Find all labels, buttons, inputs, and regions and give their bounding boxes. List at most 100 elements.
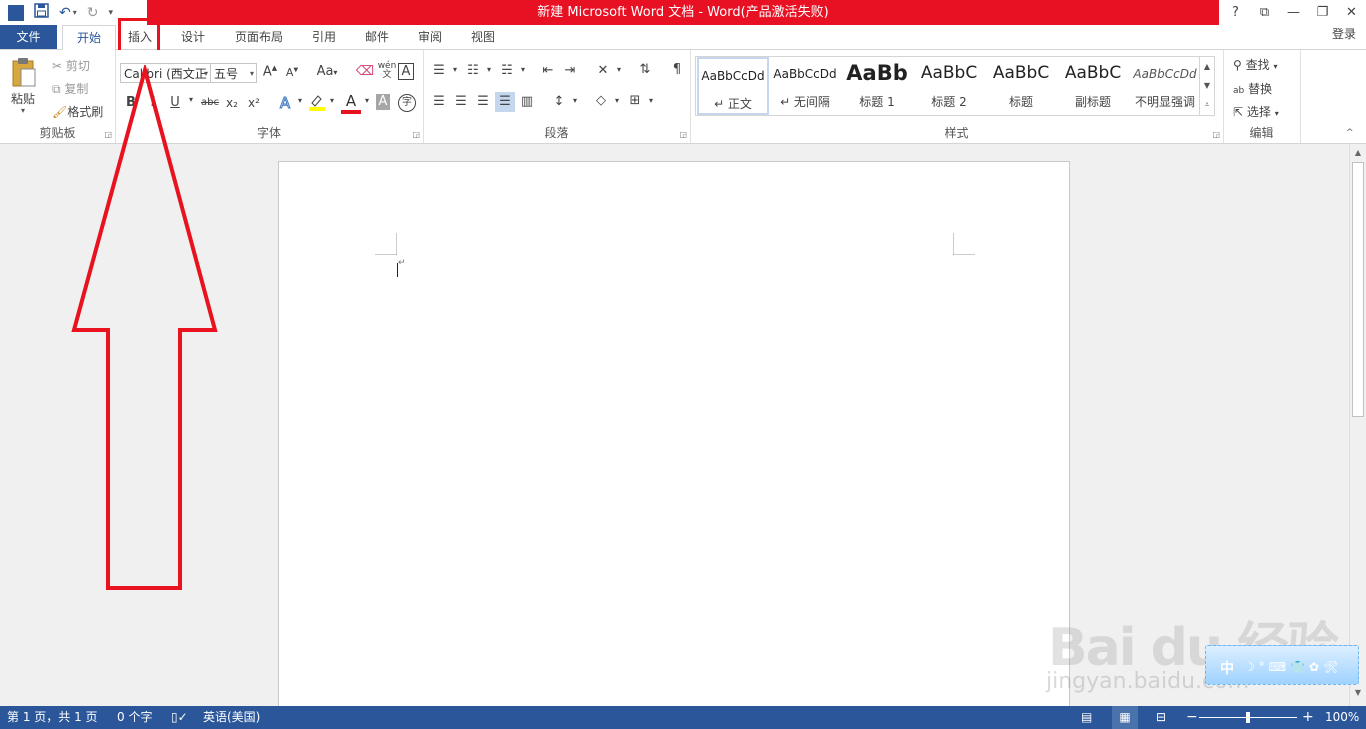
character-shading-icon[interactable]: A: [376, 94, 390, 110]
collapse-ribbon-icon[interactable]: ^: [1346, 128, 1354, 138]
zoom-in-button[interactable]: +: [1302, 706, 1314, 729]
font-color-dropdown-icon[interactable]: ▾: [357, 96, 377, 105]
scroll-down-icon[interactable]: ▼: [1350, 688, 1366, 697]
ime-toolbar[interactable]: 中 ☽°⌨👕✿🛠: [1205, 645, 1359, 685]
paste-icon[interactable]: [11, 58, 37, 88]
cut-button[interactable]: ✂ 剪切: [52, 57, 90, 74]
replace-label: 替换: [1248, 82, 1273, 96]
gallery-more-icon[interactable]: ⩡: [1200, 95, 1214, 114]
format-painter-label: 格式刷: [67, 105, 104, 119]
multilevel-dropdown-icon[interactable]: ▾: [513, 65, 533, 74]
qat-customize-icon[interactable]: ▾: [108, 8, 113, 18]
style-subtle-emphasis[interactable]: AaBbCcDd 不明显强调: [1129, 57, 1201, 115]
style-subtitle[interactable]: AaBbC 副标题: [1057, 57, 1129, 115]
justify-icon[interactable]: ☰: [495, 92, 515, 112]
subscript-button[interactable]: x₂: [222, 96, 242, 110]
bold-button[interactable]: B: [121, 95, 141, 110]
increase-indent-icon[interactable]: ⇥: [560, 63, 580, 78]
word-logo-icon[interactable]: W: [8, 4, 24, 21]
page-count[interactable]: 第 1 页，共 1 页: [7, 706, 98, 729]
zoom-slider-thumb[interactable]: [1246, 712, 1250, 723]
style-normal[interactable]: AaBbCcDd ↵ 正文: [697, 57, 769, 115]
numbering-dropdown-icon[interactable]: ▾: [479, 65, 499, 74]
word-count[interactable]: 0 个字: [117, 706, 152, 729]
replace-button[interactable]: ab 替换: [1233, 80, 1272, 97]
copy-button[interactable]: ⧉ 复制: [52, 80, 88, 97]
style-heading-1[interactable]: AaBb 标题 1: [841, 57, 913, 115]
proofing-icon[interactable]: ▯✓: [171, 706, 188, 729]
font-size-combo[interactable]: 五号 ▾: [210, 63, 257, 83]
style-heading-2[interactable]: AaBbC 标题 2: [913, 57, 985, 115]
undo-dropdown-icon[interactable]: ▾: [73, 8, 77, 17]
print-layout-icon[interactable]: ▦: [1112, 706, 1138, 729]
tab-page-layout[interactable]: 页面布局: [226, 25, 292, 49]
styles-launcher-icon[interactable]: ◲: [1212, 130, 1220, 139]
tab-review[interactable]: 审阅: [408, 25, 452, 49]
style-sample: AaBbC: [992, 63, 1050, 83]
web-layout-icon[interactable]: ⊟: [1156, 706, 1166, 729]
select-button[interactable]: ⇱ 选择 ▾: [1233, 103, 1279, 120]
paste-dropdown-icon[interactable]: ▾: [21, 106, 25, 115]
close-button[interactable]: ✕: [1337, 0, 1366, 25]
read-mode-icon[interactable]: ▤: [1081, 706, 1092, 729]
strikethrough-button[interactable]: abc: [197, 97, 223, 108]
enclose-characters-icon[interactable]: 字: [398, 94, 416, 112]
align-right-icon[interactable]: ☰: [473, 94, 493, 109]
undo-icon[interactable]: ↶: [59, 5, 71, 21]
change-case-icon[interactable]: Aa▾: [313, 64, 341, 79]
ribbon-display-options-button[interactable]: ⧉: [1250, 0, 1279, 25]
italic-button[interactable]: I: [143, 95, 163, 110]
tab-references[interactable]: 引用: [302, 25, 346, 49]
superscript-button[interactable]: x²: [244, 96, 264, 110]
zoom-out-button[interactable]: −: [1186, 706, 1198, 729]
tab-home[interactable]: 开始: [62, 25, 116, 51]
help-button[interactable]: ?: [1221, 0, 1250, 25]
distributed-icon[interactable]: ▥: [517, 94, 537, 109]
gallery-down-icon[interactable]: ▼: [1200, 76, 1214, 95]
show-marks-icon[interactable]: ¶: [667, 62, 687, 77]
tab-mailings[interactable]: 邮件: [355, 25, 399, 49]
gallery-up-icon[interactable]: ▲: [1200, 57, 1214, 76]
chinese-layout-dropdown-icon[interactable]: ▾: [609, 65, 629, 74]
minimize-button[interactable]: —: [1279, 0, 1308, 25]
paragraph-launcher-icon[interactable]: ◲: [679, 130, 687, 139]
line-spacing-dropdown-icon[interactable]: ▾: [565, 96, 585, 105]
clear-formatting-icon[interactable]: ⌫: [355, 64, 375, 79]
shrink-font-icon[interactable]: A▼: [282, 66, 302, 79]
character-border-icon[interactable]: A: [398, 63, 414, 80]
sort-icon[interactable]: ⇅: [635, 62, 655, 77]
restore-button[interactable]: ❐: [1308, 0, 1337, 25]
style-name: ↵ 无间隔: [780, 95, 830, 109]
save-icon[interactable]: [34, 3, 49, 22]
styles-gallery: AaBbCcDd ↵ 正文 AaBbCcDd ↵ 无间隔 AaBb 标题 1 A…: [695, 56, 1215, 116]
scroll-up-icon[interactable]: ▲: [1350, 148, 1366, 157]
borders-dropdown-icon[interactable]: ▾: [641, 96, 661, 105]
sign-in-link[interactable]: 登录: [1332, 25, 1356, 43]
redo-icon[interactable]: ↻: [87, 5, 99, 21]
paragraph-shading-dropdown-icon[interactable]: ▾: [607, 96, 627, 105]
phonetic-guide-icon[interactable]: wén 文: [377, 62, 397, 80]
font-launcher-icon[interactable]: ◲: [412, 130, 420, 139]
tab-view[interactable]: 视图: [461, 25, 505, 49]
align-center-icon[interactable]: ☰: [451, 94, 471, 109]
format-painter-button[interactable]: 🖌格式刷: [52, 103, 103, 120]
tab-file[interactable]: 文件: [0, 25, 57, 49]
highlight-dropdown-icon[interactable]: ▾: [322, 96, 342, 105]
zoom-level[interactable]: 100%: [1325, 706, 1359, 729]
find-button[interactable]: ⚲ 查找 ▾: [1233, 56, 1277, 73]
decrease-indent-icon[interactable]: ⇤: [538, 63, 558, 78]
font-name-combo[interactable]: Calibri (西文正 ▾: [120, 63, 211, 83]
paste-button[interactable]: 粘贴: [11, 90, 35, 107]
clipboard-launcher-icon[interactable]: ◲: [104, 130, 112, 139]
scrollbar-thumb[interactable]: [1352, 162, 1364, 417]
tab-design[interactable]: 设计: [170, 25, 216, 49]
document-canvas[interactable]: [0, 144, 1349, 721]
language-indicator[interactable]: 英语(美国): [203, 706, 260, 729]
style-title[interactable]: AaBbC 标题: [985, 57, 1057, 115]
align-left-icon[interactable]: ☰: [429, 94, 449, 109]
vertical-scrollbar[interactable]: ▲ ▼: [1349, 144, 1366, 706]
bullets-dropdown-icon[interactable]: ▾: [445, 65, 465, 74]
grow-font-icon[interactable]: A▲: [260, 64, 280, 79]
style-no-spacing[interactable]: AaBbCcDd ↵ 无间隔: [769, 57, 841, 115]
find-dropdown-icon: ▾: [1273, 62, 1278, 71]
